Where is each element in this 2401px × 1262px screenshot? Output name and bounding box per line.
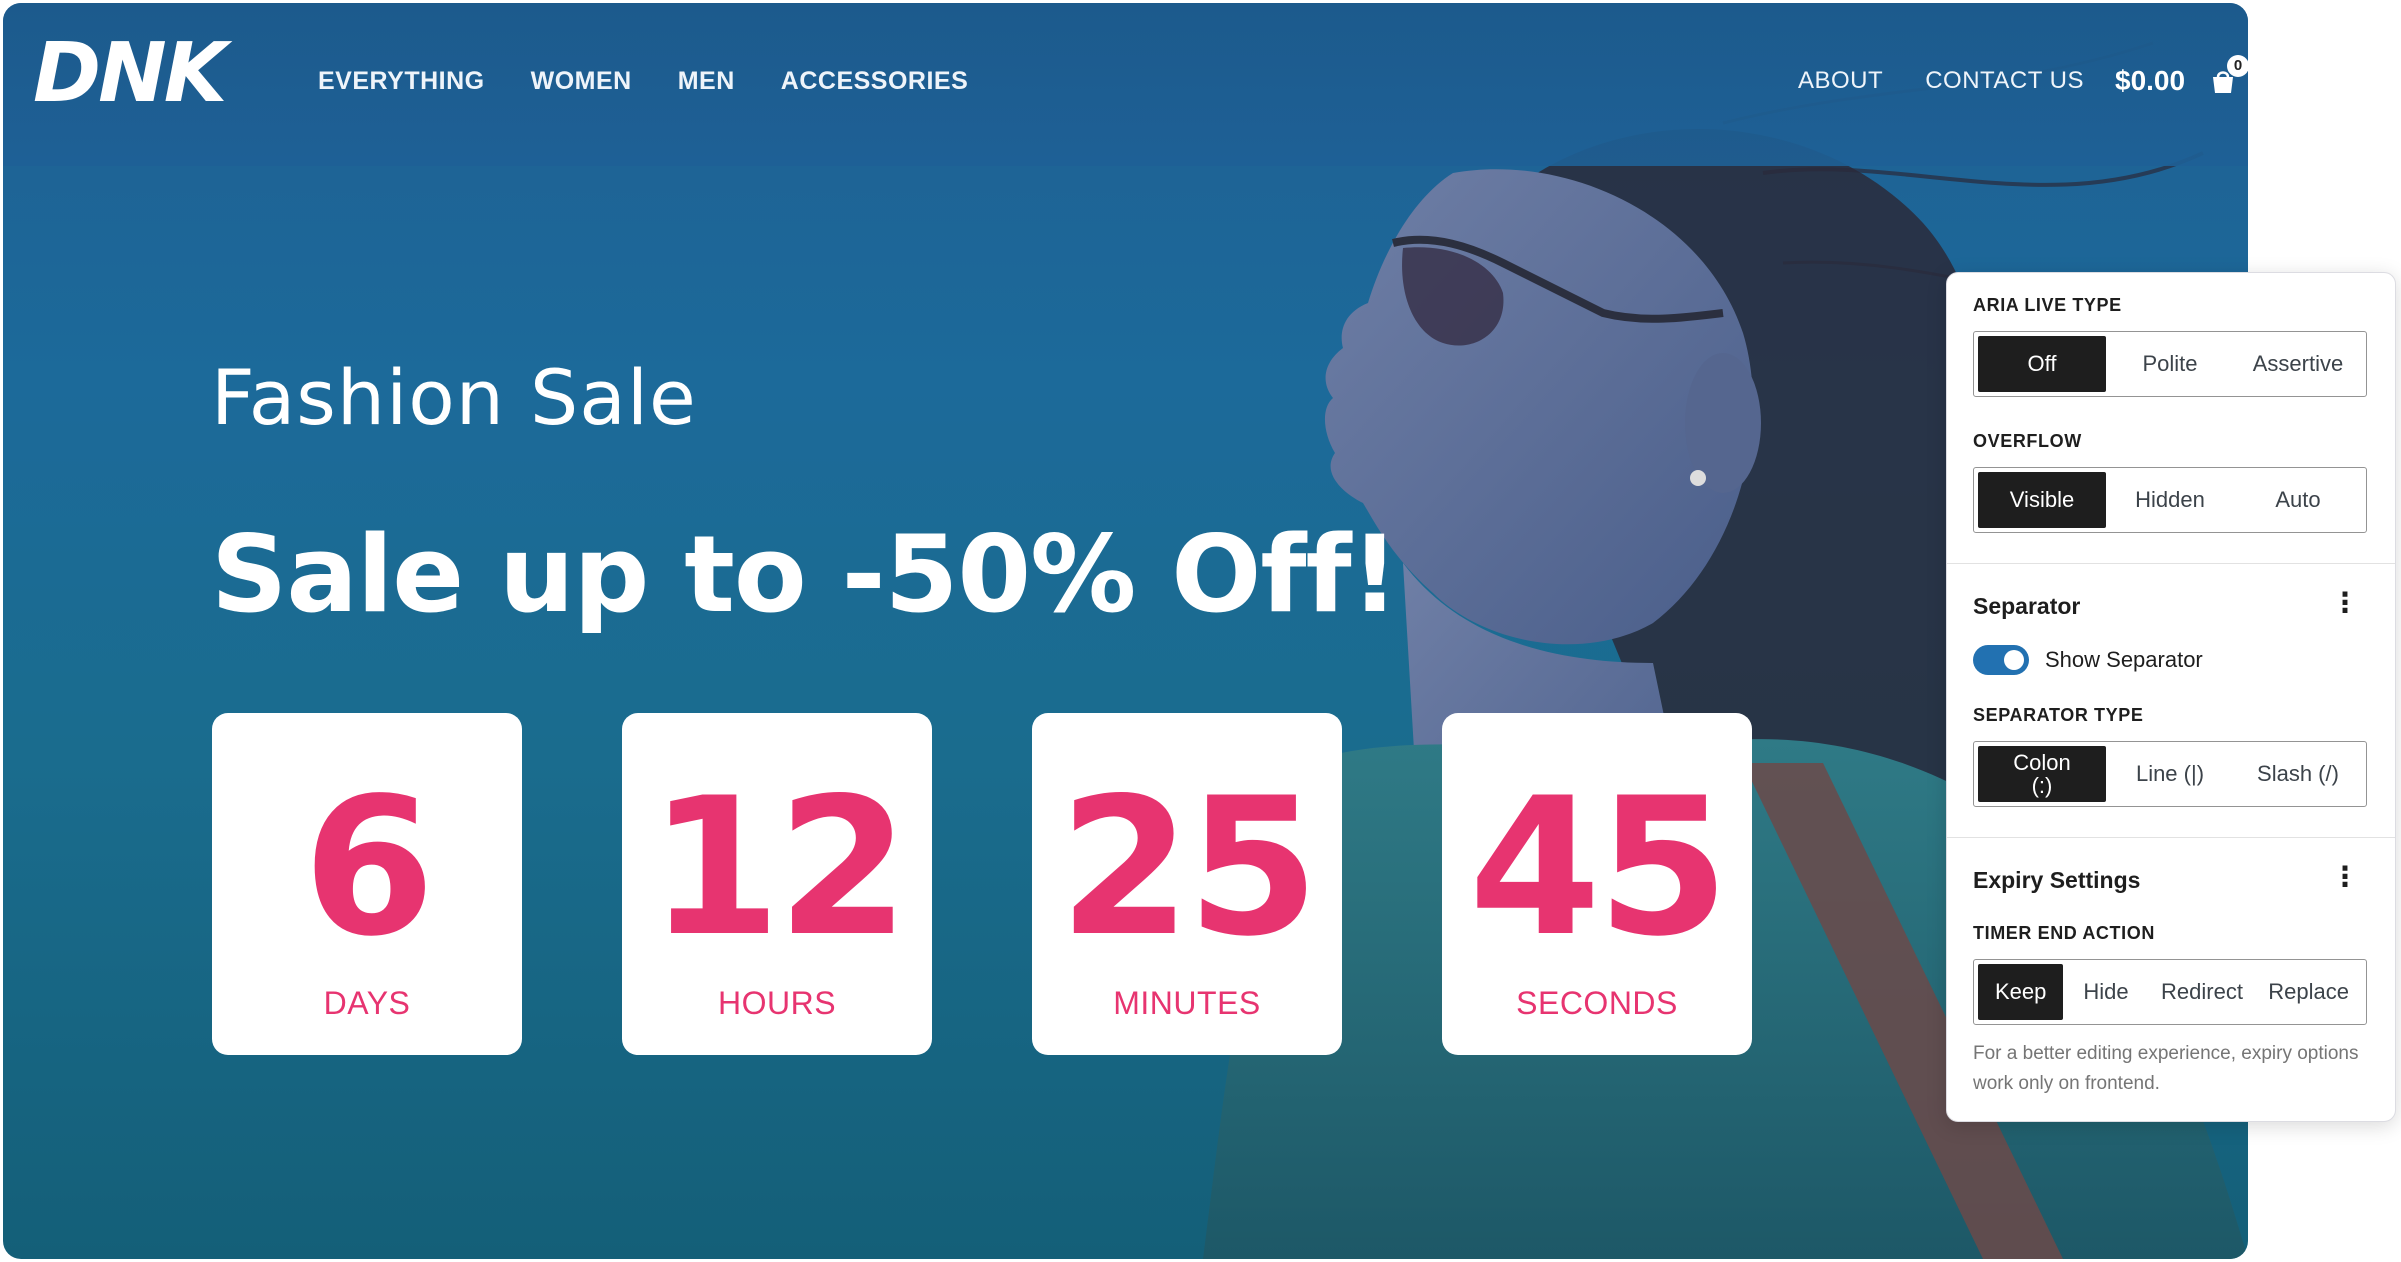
countdown-label: HOURS bbox=[717, 985, 837, 1021]
hero-headline: Sale up to -50% Off! bbox=[211, 513, 1399, 636]
countdown-value: 25 bbox=[1058, 757, 1319, 978]
separator-type-control: Colon (:) Line (|) Slash (/) bbox=[1973, 741, 2367, 807]
separator-options-menu-icon[interactable]: ⋮ bbox=[2331, 589, 2359, 617]
countdown-value: 6 bbox=[302, 757, 435, 978]
countdown-label: MINUTES bbox=[1113, 985, 1261, 1021]
section-divider bbox=[1947, 563, 2395, 564]
aria-live-polite-option[interactable]: Polite bbox=[2106, 336, 2234, 392]
timer-end-action-control: Keep Hide Redirect Replace bbox=[1973, 959, 2367, 1025]
nav-link-everything[interactable]: EVERYTHING bbox=[318, 67, 485, 96]
overflow-control: Visible Hidden Auto bbox=[1973, 467, 2367, 533]
countdown-minutes: 25 MINUTES bbox=[1032, 713, 1342, 1055]
overflow-visible-option[interactable]: Visible bbox=[1978, 472, 2106, 528]
nav-link-contact[interactable]: CONTACT US bbox=[1925, 67, 2084, 95]
timer-end-action-label: TIMER END ACTION bbox=[1973, 923, 2155, 943]
countdown-label: SECONDS bbox=[1516, 985, 1678, 1021]
countdown-timer: 6 DAYS 12 HOURS 25 MINUTES 45 SECONDS bbox=[212, 713, 1752, 1055]
brand-logo[interactable]: DNK bbox=[33, 33, 227, 115]
cart-count-badge: 0 bbox=[2227, 55, 2248, 77]
separator-line-option[interactable]: Line (|) bbox=[2106, 746, 2234, 802]
expiry-help-text: For a better editing experience, expiry … bbox=[1973, 1043, 2359, 1094]
countdown-value: 12 bbox=[648, 757, 909, 978]
show-separator-label: Show Separator bbox=[2045, 647, 2203, 672]
show-separator-toggle[interactable] bbox=[1973, 645, 2029, 675]
separator-section-title[interactable]: Separator bbox=[1973, 593, 2080, 620]
timer-end-redirect-option[interactable]: Redirect bbox=[2149, 964, 2256, 1020]
block-settings-panel: ARIA LIVE TYPE Off Polite Assertive OVER… bbox=[1946, 272, 2396, 1122]
countdown-days: 6 DAYS bbox=[212, 713, 522, 1055]
overflow-auto-option[interactable]: Auto bbox=[2234, 472, 2362, 528]
section-divider bbox=[1947, 837, 2395, 838]
aria-live-assertive-option[interactable]: Assertive bbox=[2234, 336, 2362, 392]
timer-end-hide-option[interactable]: Hide bbox=[2063, 964, 2148, 1020]
separator-slash-option[interactable]: Slash (/) bbox=[2234, 746, 2362, 802]
countdown-value: 45 bbox=[1468, 757, 1729, 978]
secondary-nav: ABOUT CONTACT US bbox=[1798, 67, 2084, 95]
aria-live-label: ARIA LIVE TYPE bbox=[1973, 295, 2122, 315]
timer-end-replace-option[interactable]: Replace bbox=[2255, 964, 2362, 1020]
countdown-label: DAYS bbox=[323, 985, 411, 1021]
overflow-label: OVERFLOW bbox=[1973, 431, 2082, 451]
aria-live-control: Off Polite Assertive bbox=[1973, 331, 2367, 397]
timer-end-keep-option[interactable]: Keep bbox=[1978, 964, 2064, 1020]
countdown-hours: 12 HOURS bbox=[622, 713, 932, 1055]
hero-subtitle: Fashion Sale bbox=[211, 353, 697, 442]
separator-type-label: SEPARATOR TYPE bbox=[1973, 705, 2144, 725]
nav-link-women[interactable]: WOMEN bbox=[531, 67, 632, 96]
hero-banner: DNK EVERYTHING WOMEN MEN ACCESSORIES ABO… bbox=[3, 3, 2248, 1259]
overflow-hidden-option[interactable]: Hidden bbox=[2106, 472, 2234, 528]
separator-colon-option[interactable]: Colon (:) bbox=[1978, 746, 2106, 802]
countdown-seconds: 45 SECONDS bbox=[1442, 713, 1752, 1055]
nav-link-men[interactable]: MEN bbox=[678, 67, 735, 96]
nav-link-about[interactable]: ABOUT bbox=[1798, 67, 1883, 95]
expiry-options-menu-icon[interactable]: ⋮ bbox=[2331, 863, 2359, 891]
expiry-section-title[interactable]: Expiry Settings bbox=[1973, 867, 2140, 894]
nav-link-accessories[interactable]: ACCESSORIES bbox=[781, 67, 968, 96]
cart-total[interactable]: $0.00 bbox=[2115, 65, 2185, 97]
aria-live-off-option[interactable]: Off bbox=[1978, 336, 2106, 392]
primary-nav: EVERYTHING WOMEN MEN ACCESSORIES bbox=[318, 67, 968, 96]
